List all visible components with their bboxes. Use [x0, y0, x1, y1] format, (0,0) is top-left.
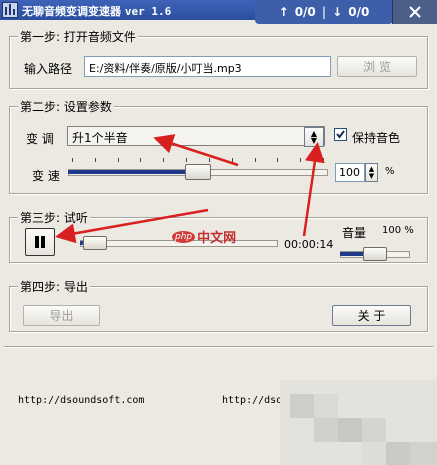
pitch-select-spin[interactable]: ▲ ▼ — [304, 127, 324, 147]
window-title: 无聊音频变调变速器 ver 1.6 — [22, 3, 171, 19]
pitch-label: 变 调 — [26, 132, 54, 146]
watermark-text: 中文网 — [197, 231, 237, 246]
watermark: php 中文网 — [172, 227, 236, 246]
checkmark-icon — [336, 130, 345, 139]
speed-slider[interactable] — [68, 158, 328, 184]
export-button[interactable]: 导出 — [23, 305, 100, 326]
keep-tone-checkbox[interactable] — [334, 128, 347, 141]
step1-legend: 第一步: 打开音频文件 — [18, 28, 138, 45]
step4-legend: 第四步: 导出 — [18, 278, 90, 295]
about-button[interactable]: 关 于 — [332, 305, 411, 326]
pause-button[interactable] — [25, 228, 55, 256]
volume-label: 音量 — [342, 226, 367, 240]
window-title-text: 无聊音频变调变速器 — [22, 5, 121, 18]
download-rate: 0/0 — [348, 5, 370, 19]
browse-button-label: 浏 览 — [363, 60, 391, 74]
volume-value: 100 % — [382, 225, 414, 236]
chevron-down-icon: ▼ — [310, 136, 318, 145]
footer-link-right[interactable]: http://dsou — [222, 395, 288, 406]
progress-thumb[interactable] — [83, 236, 107, 250]
speed-slider-thumb[interactable] — [185, 164, 211, 180]
about-button-label: 关 于 — [357, 309, 386, 323]
speed-unit: % — [385, 166, 395, 177]
speed-input[interactable]: 100 — [335, 163, 365, 182]
export-button-label: 导出 — [49, 309, 74, 323]
volume-thumb[interactable] — [363, 247, 387, 261]
watermark-logo: php — [172, 230, 196, 243]
step3-legend: 第三步: 试听 — [18, 209, 90, 226]
close-button[interactable] — [392, 0, 437, 24]
window-version: ver 1.6 — [124, 5, 172, 18]
app-icon — [2, 2, 18, 18]
browse-button[interactable]: 浏 览 — [337, 56, 417, 77]
upload-rate: 0/0 — [294, 5, 316, 19]
spin-down-icon: ▼ — [368, 171, 375, 180]
close-icon — [409, 6, 421, 18]
pitch-select-value: 升1个半音 — [72, 131, 128, 145]
path-label: 输入路径 — [24, 62, 73, 76]
mosaic-blur — [280, 380, 437, 465]
speed-spinner[interactable]: ▲ ▼ — [365, 163, 378, 182]
volume-slider[interactable] — [340, 247, 410, 261]
footer-link-left[interactable]: http://dsoundsoft.com — [18, 395, 144, 406]
speed-label: 变 速 — [32, 169, 60, 183]
download-arrow-icon: ↓ — [332, 5, 343, 19]
step2-legend: 第二步: 设置参数 — [18, 98, 114, 115]
elapsed-time: 00:00:14 — [284, 238, 334, 251]
upload-arrow-icon: ↑ — [278, 5, 289, 19]
network-speed-widget: ↑ 0/0 | ↓ 0/0 — [255, 0, 393, 24]
footer-divider — [4, 346, 433, 348]
pitch-select[interactable]: 升1个半音 ▲ ▼ — [67, 126, 325, 147]
speed-slider-fill — [68, 170, 198, 174]
speed-slider-ticks — [72, 158, 324, 162]
keep-tone-label: 保持音色 — [352, 131, 401, 145]
path-input[interactable]: E:/资料/伴奏/原版/小叮当.mp3 — [84, 56, 331, 77]
pause-icon — [35, 236, 45, 248]
